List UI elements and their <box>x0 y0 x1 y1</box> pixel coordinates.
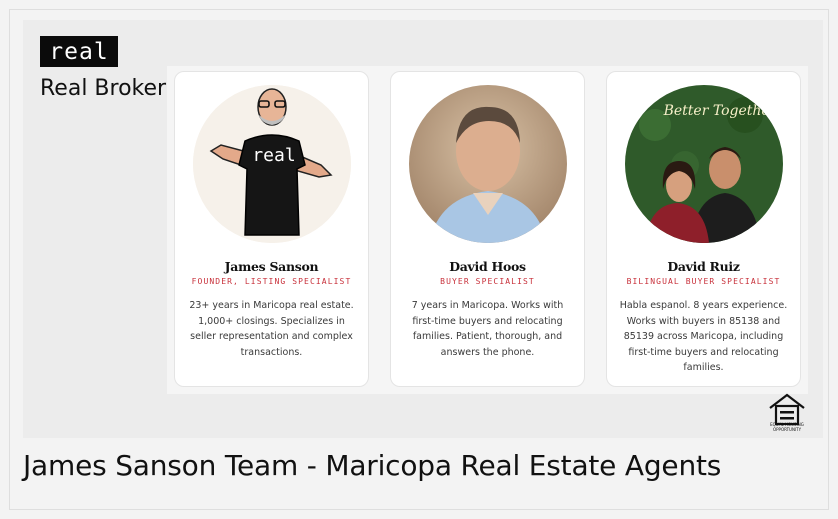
agent-name: James Sanson <box>224 259 319 274</box>
agent-card-david-ruiz[interactable]: Better Together David Ruiz BILINGUAL BUY… <box>606 71 801 387</box>
agent-name: David Hoos <box>449 259 526 274</box>
agent-bio: Habla espanol. 8 years experience. Works… <box>619 300 788 373</box>
shirt-logo-text: real <box>252 145 295 166</box>
equal-housing-label: EQUAL HOUSING OPPORTUNITY <box>770 422 804 432</box>
neon-sign-text: Better Together <box>663 103 778 119</box>
agent-photo <box>409 85 567 243</box>
agent-photo: Better Together <box>625 85 783 243</box>
agent-card-james-sanson[interactable]: real James Sanson FOUNDER, LISTING SPECI… <box>174 71 369 387</box>
agent-role: BUYER SPECIALIST <box>440 277 535 286</box>
agent-role: FOUNDER, LISTING SPECIALIST <box>191 277 352 286</box>
agent-name: David Ruiz <box>667 259 740 274</box>
page-caption: James Sanson Team - Maricopa Real Estate… <box>23 449 722 482</box>
agent-photo: real <box>193 85 351 243</box>
agent-role: BILINGUAL BUYER SPECIALIST <box>626 277 781 286</box>
couple-photo: Better Together <box>625 85 783 243</box>
headshot-photo <box>409 85 567 243</box>
brokerage-name: Real Broker <box>40 76 167 101</box>
real-logo: real <box>40 36 118 67</box>
agent-bio: 23+ years in Maricopa real estate. 1,000… <box>189 300 354 358</box>
agent-card-david-hoos[interactable]: David Hoos BUYER SPECIALIST 7 years in M… <box>390 71 585 387</box>
agent-bio: 7 years in Maricopa. Works with first-ti… <box>411 300 564 358</box>
cartoon-agent-illustration: real <box>193 85 351 243</box>
real-logo-text: real <box>49 38 109 65</box>
